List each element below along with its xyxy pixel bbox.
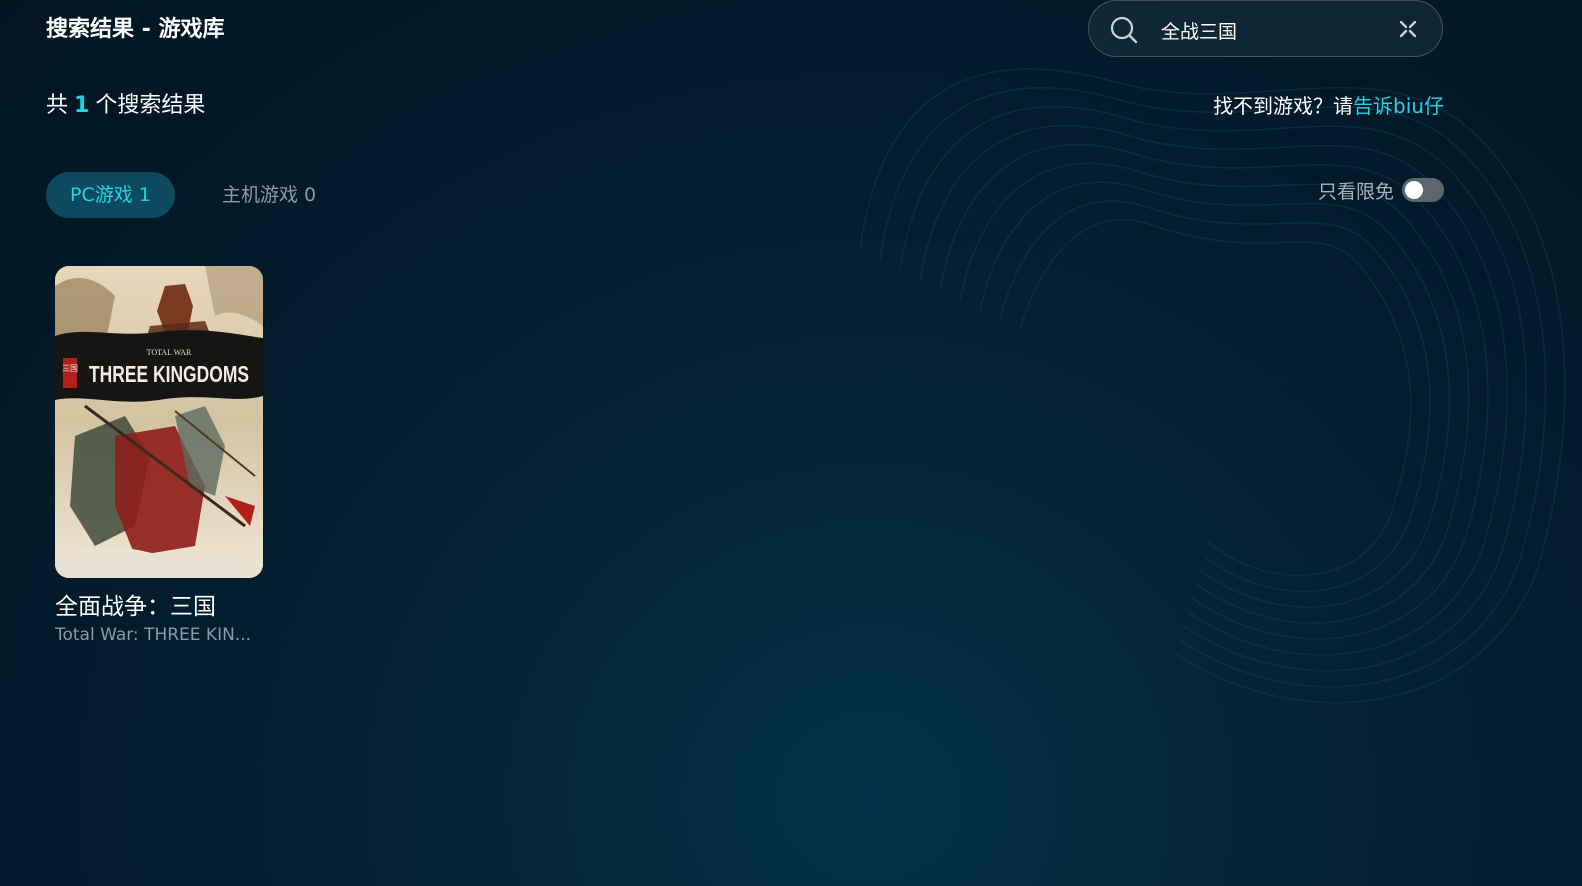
free-only-label: 只看限免 <box>1317 180 1394 203</box>
game-card[interactable]: 三国 TOTAL WAR THREE KINGDOMS 全面战争：三国 Tota… <box>55 266 265 646</box>
cover-logo-main: THREE KINGDOMS <box>89 361 249 387</box>
result-count-number: 1 <box>74 93 90 118</box>
page-title: 搜索结果 - 游戏库 <box>46 17 225 42</box>
feedback-text: 找不到游戏？请 <box>1213 94 1354 118</box>
game-cover-art: 三国 TOTAL WAR THREE KINGDOMS <box>55 266 263 578</box>
tab-pc-games[interactable]: PC游戏 1 <box>46 172 175 218</box>
toggle-knob <box>1405 181 1423 199</box>
result-count: 共 1 个搜索结果 <box>46 88 205 124</box>
feedback-link[interactable]: 告诉biu仔 <box>1353 94 1444 118</box>
game-title[interactable]: 全面战争：三国 <box>55 592 265 622</box>
tab-console-games[interactable]: 主机游戏 0 <box>198 172 340 218</box>
feedback-prompt: 找不到游戏？请告诉biu仔 <box>1213 88 1444 124</box>
free-only-toggle[interactable] <box>1402 178 1444 202</box>
free-only-filter: 只看限免 <box>1318 172 1444 208</box>
search-icon[interactable] <box>1109 15 1139 45</box>
game-subtitle: Total War: THREE KIN... <box>55 625 252 645</box>
cover-seal-text: 三国 <box>62 364 78 373</box>
search-box[interactable] <box>1088 0 1443 57</box>
search-input[interactable] <box>1159 11 1383 49</box>
game-cover[interactable]: 三国 TOTAL WAR THREE KINGDOMS <box>55 266 263 578</box>
result-count-prefix: 共 <box>46 93 69 118</box>
cover-logo-top: TOTAL WAR <box>147 348 192 357</box>
close-icon[interactable] <box>1397 18 1419 40</box>
result-count-suffix: 个搜索结果 <box>95 93 206 118</box>
